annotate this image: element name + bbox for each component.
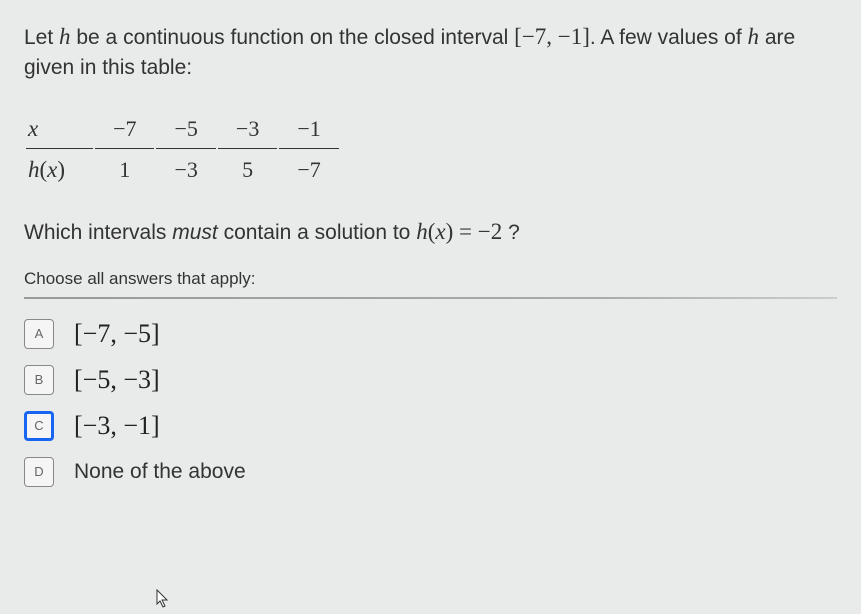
option-b[interactable]: B [−5, −3] <box>24 365 837 395</box>
x-val-3: −1 <box>279 110 338 149</box>
option-c-checkbox[interactable]: C <box>24 411 54 441</box>
option-b-text: [−5, −3] <box>74 365 160 395</box>
followup-1: Which intervals <box>24 221 172 244</box>
option-c[interactable]: C [−3, −1] <box>24 411 837 441</box>
option-d-checkbox[interactable]: D <box>24 457 54 487</box>
option-c-text: [−3, −1] <box>74 411 160 441</box>
intro-text-3: . A few values of <box>590 26 748 49</box>
hx-val-0: 1 <box>95 151 154 189</box>
option-d-text: None of the above <box>74 460 246 484</box>
domain-interval: [−7, −1] <box>514 24 590 49</box>
cursor-icon <box>152 588 172 610</box>
option-a-checkbox[interactable]: A <box>24 319 54 349</box>
eq-rhs: −2 <box>478 219 502 244</box>
options-list: A [−7, −5] B [−5, −3] C [−3, −1] D None … <box>24 319 837 487</box>
eq-sign: = <box>453 219 477 244</box>
hx-val-1: −3 <box>156 151 215 189</box>
func-var-1: h <box>59 24 71 49</box>
x-label: x <box>28 116 38 141</box>
table-row-x: x −7 −5 −3 −1 <box>26 110 339 149</box>
option-b-checkbox[interactable]: B <box>24 365 54 395</box>
followup-2: contain a solution to <box>218 221 416 244</box>
hx-val-2: 5 <box>218 151 277 189</box>
divider <box>24 297 837 299</box>
followup-emph: must <box>172 221 218 244</box>
x-val-0: −7 <box>95 110 154 149</box>
intro-text-2: be a continuous function on the closed i… <box>71 26 515 49</box>
choose-label: Choose all answers that apply: <box>24 269 837 289</box>
values-table: x −7 −5 −3 −1 h(x) 1 −3 5 −7 <box>24 108 341 191</box>
x-val-1: −5 <box>156 110 215 149</box>
option-a-text: [−7, −5] <box>74 319 160 349</box>
qmark: ? <box>502 221 520 244</box>
intro-text-1: Let <box>24 26 59 49</box>
option-d[interactable]: D None of the above <box>24 457 837 487</box>
question-intro: Let h be a continuous function on the cl… <box>24 20 837 84</box>
followup-question: Which intervals must contain a solution … <box>24 219 837 245</box>
table-row-hx: h(x) 1 −3 5 −7 <box>26 151 339 189</box>
option-a[interactable]: A [−7, −5] <box>24 319 837 349</box>
x-val-2: −3 <box>218 110 277 149</box>
hx-val-3: −7 <box>279 151 338 189</box>
func-var-2: h <box>748 24 760 49</box>
